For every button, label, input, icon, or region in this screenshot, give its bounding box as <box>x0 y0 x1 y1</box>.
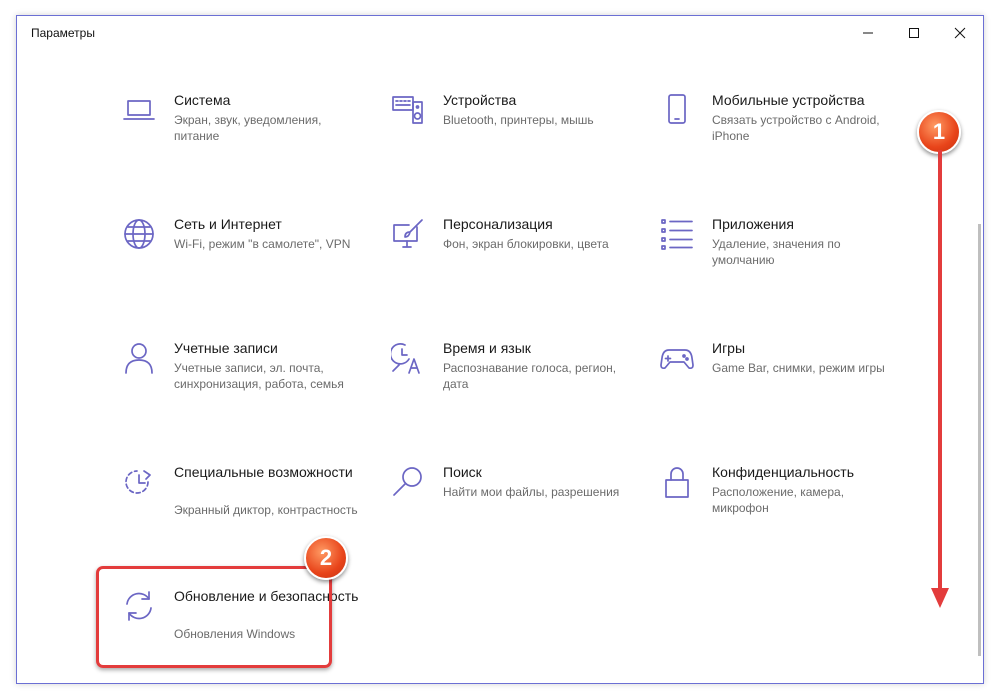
step-badge-1: 1 <box>917 110 961 154</box>
keyboard-speaker-icon <box>390 92 426 128</box>
paintbrush-monitor-icon <box>390 216 426 252</box>
time-language-icon <box>390 340 426 376</box>
title-bar: Параметры <box>17 16 983 50</box>
tile-system[interactable]: Система Экран, звук, уведомления, питани… <box>121 92 361 192</box>
tile-name: Время и язык <box>443 340 531 356</box>
tile-name: Игры <box>712 340 746 356</box>
tile-apps[interactable]: Приложения Удаление, значения по умолчан… <box>659 216 899 316</box>
tile-name: Устройства <box>443 92 517 108</box>
tile-desc: Game Bar, снимки, режим игры <box>712 361 885 375</box>
close-button[interactable] <box>937 16 983 50</box>
tile-desc: Экранный диктор, контрастность <box>174 503 358 517</box>
tile-name: Мобильные устройства <box>712 92 865 108</box>
tile-desc: Удаление, значения по умолчанию <box>712 237 841 267</box>
tile-desc: Экран, звук, уведомления, питание <box>174 113 322 143</box>
tile-name: Конфиденциальность <box>712 464 855 480</box>
maximize-icon <box>909 28 919 38</box>
tile-search[interactable]: Поиск Найти мои файлы, разрешения <box>390 464 630 564</box>
phone-icon <box>659 92 695 128</box>
laptop-icon <box>121 92 157 128</box>
tile-mobile-devices[interactable]: Мобильные устройства Связать устройство … <box>659 92 899 192</box>
tile-desc: Распознавание голоса, регион, дата <box>443 361 617 391</box>
tile-desc: Найти мои файлы, разрешения <box>443 485 620 499</box>
tile-desc: Wi-Fi, режим "в самолете", VPN <box>174 237 351 251</box>
tile-name: Система <box>174 92 231 108</box>
minimize-button[interactable] <box>845 16 891 50</box>
tile-desc: Связать устройство с Android, iPhone <box>712 113 880 143</box>
tile-name: Сеть и Интернет <box>174 216 282 232</box>
lock-icon <box>659 464 695 500</box>
ease-of-access-icon <box>121 464 157 500</box>
tile-accounts[interactable]: Учетные записи Учетные записи, эл. почта… <box>121 340 361 440</box>
tile-gaming[interactable]: Игры Game Bar, снимки, режим игры <box>659 340 899 440</box>
tile-name: Специальные возможности <box>174 464 353 480</box>
tile-time-language[interactable]: Время и язык Распознавание голоса, регио… <box>390 340 630 440</box>
tile-privacy[interactable]: Конфиденциальность Расположение, камера,… <box>659 464 899 564</box>
minimize-icon <box>863 32 873 34</box>
maximize-button[interactable] <box>891 16 937 50</box>
window-title: Параметры <box>31 26 95 40</box>
tile-name: Персонализация <box>443 216 553 232</box>
person-icon <box>121 340 157 376</box>
tile-name: Приложения <box>712 216 794 232</box>
tile-desc: Учетные записи, эл. почта, синхронизация… <box>174 361 344 391</box>
tile-personalization[interactable]: Персонализация Фон, экран блокировки, цв… <box>390 216 630 316</box>
tile-desc: Фон, экран блокировки, цвета <box>443 237 609 251</box>
tile-name: Учетные записи <box>174 340 278 356</box>
list-icon <box>659 216 695 252</box>
highlight-frame <box>96 566 332 668</box>
step-badge-2: 2 <box>304 536 348 580</box>
globe-icon <box>121 216 157 252</box>
tile-devices[interactable]: Устройства Bluetooth, принтеры, мышь <box>390 92 630 192</box>
close-icon <box>954 27 966 39</box>
scrollbar[interactable] <box>978 224 981 656</box>
scroll-down-arrow <box>931 150 949 608</box>
tile-name: Поиск <box>443 464 482 480</box>
tile-network[interactable]: Сеть и Интернет Wi-Fi, режим "в самолете… <box>121 216 361 316</box>
tile-desc: Bluetooth, принтеры, мышь <box>443 113 594 127</box>
gamepad-icon <box>659 340 695 376</box>
tile-desc: Расположение, камера, микрофон <box>712 485 845 515</box>
search-icon <box>390 464 426 500</box>
